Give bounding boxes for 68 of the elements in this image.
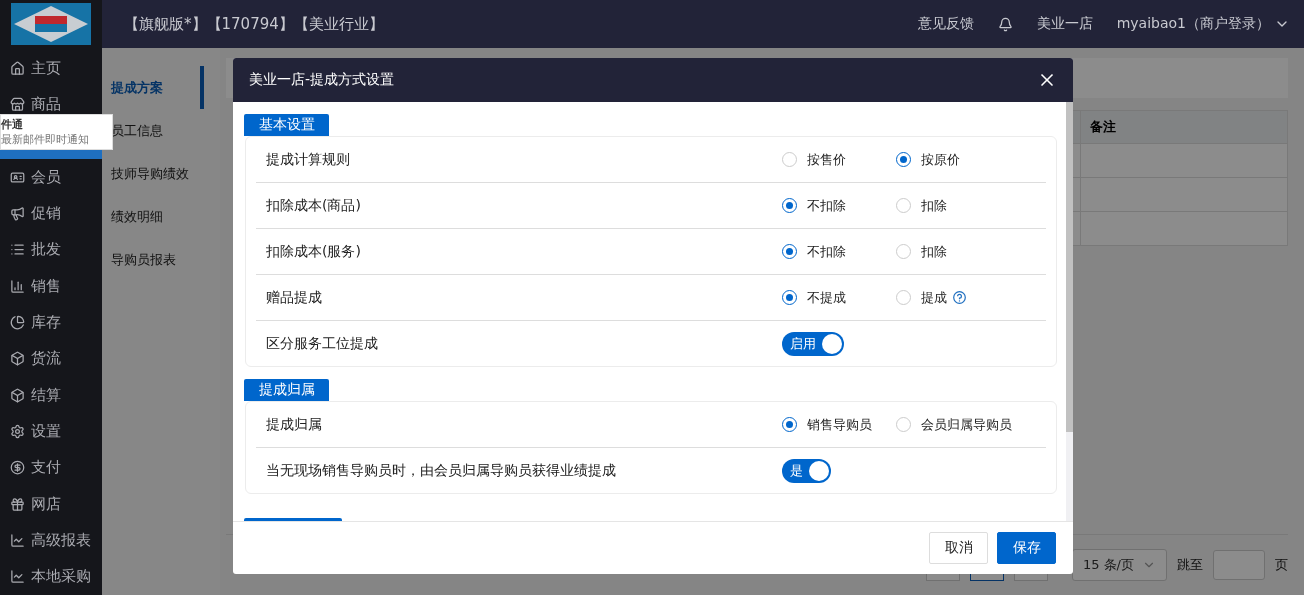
radio-option[interactable]: 不扣除 (782, 242, 896, 261)
setting-label: 当无现场销售导购员时，由会员归属导购员获得业绩提成 (265, 461, 617, 480)
radio-option[interactable]: 扣除 (896, 242, 1046, 261)
sidebar-item[interactable]: 结算 (0, 376, 102, 414)
dialog-title: 美业一店-提成方式设置 (249, 71, 395, 89)
setting-label: 区分服务工位提成 (265, 334, 379, 353)
sidebar-item[interactable]: 本地采购 (0, 558, 102, 595)
box-icon (10, 387, 25, 403)
settings-icon (10, 423, 25, 439)
sidebar-item[interactable]: 主页 (0, 50, 102, 87)
line-chart-icon (10, 569, 25, 585)
sidebar-item[interactable]: 网店 (0, 485, 102, 523)
subnav-item[interactable]: 导购员报表 (102, 238, 204, 281)
radio-option[interactable]: 提成 (896, 288, 1046, 307)
radio-option[interactable]: 不提成 (782, 288, 896, 307)
setting-label: 提成归属 (265, 415, 323, 434)
help-icon[interactable] (953, 291, 966, 305)
page-size-select[interactable]: 15 条/页 (1071, 549, 1167, 581)
jump-label: 跳至 (1177, 556, 1203, 574)
radio-option[interactable]: 不扣除 (782, 196, 896, 215)
setting-label: 赠品提成 (265, 288, 323, 307)
radio-option[interactable]: 会员归属导购员 (896, 415, 1046, 434)
edition-tags: 【旗舰版*】【170794】【美业行业】 (124, 14, 918, 34)
sidebar-item[interactable]: 批发 (0, 231, 102, 268)
sidebar-item[interactable]: 促销 (0, 195, 102, 232)
home-icon (10, 60, 25, 76)
box-icon (10, 351, 25, 367)
user-menu[interactable]: myaibao1（商户登录） (1116, 15, 1290, 33)
pie-chart-icon (10, 314, 25, 330)
list-icon (10, 242, 25, 258)
radio-option[interactable]: 销售导购员 (782, 415, 896, 434)
bell-icon[interactable] (997, 16, 1013, 32)
setting-label: 扣除成本(商品) (265, 196, 362, 215)
gift-icon (10, 496, 25, 512)
store-link[interactable]: 美业一店 (1036, 15, 1093, 33)
cancel-button[interactable]: 取消 (929, 532, 988, 564)
subnav-item[interactable]: 技师导购绩效 (102, 152, 204, 195)
store-icon (10, 97, 25, 112)
sidebar-item[interactable]: 库存 (0, 304, 102, 341)
subnav-item[interactable]: 提成方案 (102, 66, 204, 109)
column-header: 备注 (1080, 111, 1287, 143)
sidebar-item[interactable]: 销售 (0, 267, 102, 305)
sidebar-item[interactable]: 货流 (0, 340, 102, 377)
megaphone-icon (10, 205, 25, 221)
scrollbar[interactable] (1066, 102, 1073, 521)
sidebar-item[interactable]: 高级报表 (0, 522, 102, 559)
sidebar-item[interactable]: 会员 (0, 159, 102, 196)
page-label: 页 (1275, 556, 1288, 574)
tooltip-text: 最新邮件即时通知 (1, 132, 90, 147)
bar-chart-icon (10, 278, 25, 294)
radio-option[interactable]: 扣除 (896, 196, 1046, 215)
setting-label: 提成计算规则 (265, 150, 351, 169)
save-button[interactable]: 保存 (997, 532, 1056, 564)
id-card-icon (10, 169, 25, 185)
tooltip-title: 件通 (1, 117, 24, 132)
coin-icon (10, 460, 25, 476)
feedback-link[interactable]: 意见反馈 (917, 15, 974, 33)
subnav-item[interactable]: 绩效明细 (102, 195, 204, 238)
radio-option[interactable]: 按售价 (782, 150, 896, 169)
page-input[interactable] (1213, 550, 1265, 580)
sidebar-item[interactable]: 设置 (0, 413, 102, 450)
toggle-switch[interactable]: 启用 (782, 331, 844, 356)
setting-label: 扣除成本(服务) (265, 242, 362, 261)
sidebar-item[interactable]: 支付 (0, 449, 102, 486)
toggle-switch[interactable]: 是 (782, 458, 831, 483)
radio-option[interactable]: 按原价 (896, 150, 1046, 169)
line-chart-icon (10, 532, 25, 548)
logo-icon (11, 3, 91, 45)
